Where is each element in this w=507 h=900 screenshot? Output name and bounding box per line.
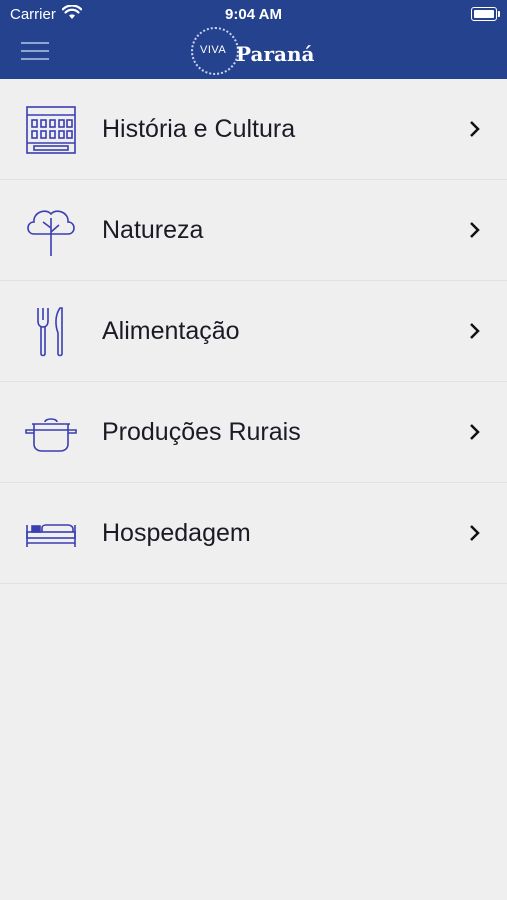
list-item-label: História e Cultura (102, 115, 296, 143)
list-item-label: Natureza (102, 216, 204, 244)
tree-icon (27, 210, 75, 256)
list-item-historia-cultura[interactable]: História e Cultura (0, 79, 507, 180)
list-item-label: Hospedagem (102, 519, 251, 547)
list-item-natureza[interactable]: Natureza (0, 180, 507, 281)
chevron-right-icon (470, 525, 480, 541)
list-item-label: Produções Rurais (102, 418, 301, 446)
category-list: História e Cultura Natureza Alimentação (0, 79, 507, 584)
building-icon (26, 106, 76, 154)
chevron-right-icon (470, 323, 480, 339)
chevron-right-icon (470, 222, 480, 238)
top-header: Carrier 9:04 AM VIVA Paraná (0, 0, 507, 79)
fork-knife-icon (37, 307, 63, 357)
status-bar: Carrier 9:04 AM (0, 0, 507, 28)
list-item-producoes-rurais[interactable]: Produções Rurais (0, 382, 507, 483)
logo-name: Paraná (236, 42, 315, 66)
list-item-alimentacao[interactable]: Alimentação (0, 281, 507, 382)
chevron-right-icon (470, 424, 480, 440)
chevron-right-icon (470, 121, 480, 137)
clock: 9:04 AM (225, 6, 282, 23)
battery-icon (471, 7, 500, 21)
list-item-hospedagem[interactable]: Hospedagem (0, 483, 507, 584)
menu-icon[interactable] (21, 42, 49, 62)
viva-parana-logo: VIVA Paraná (191, 27, 321, 79)
list-item-label: Alimentação (102, 317, 240, 345)
pot-icon (25, 418, 77, 452)
bed-icon (26, 524, 76, 547)
logo-prefix: VIVA (200, 44, 227, 56)
